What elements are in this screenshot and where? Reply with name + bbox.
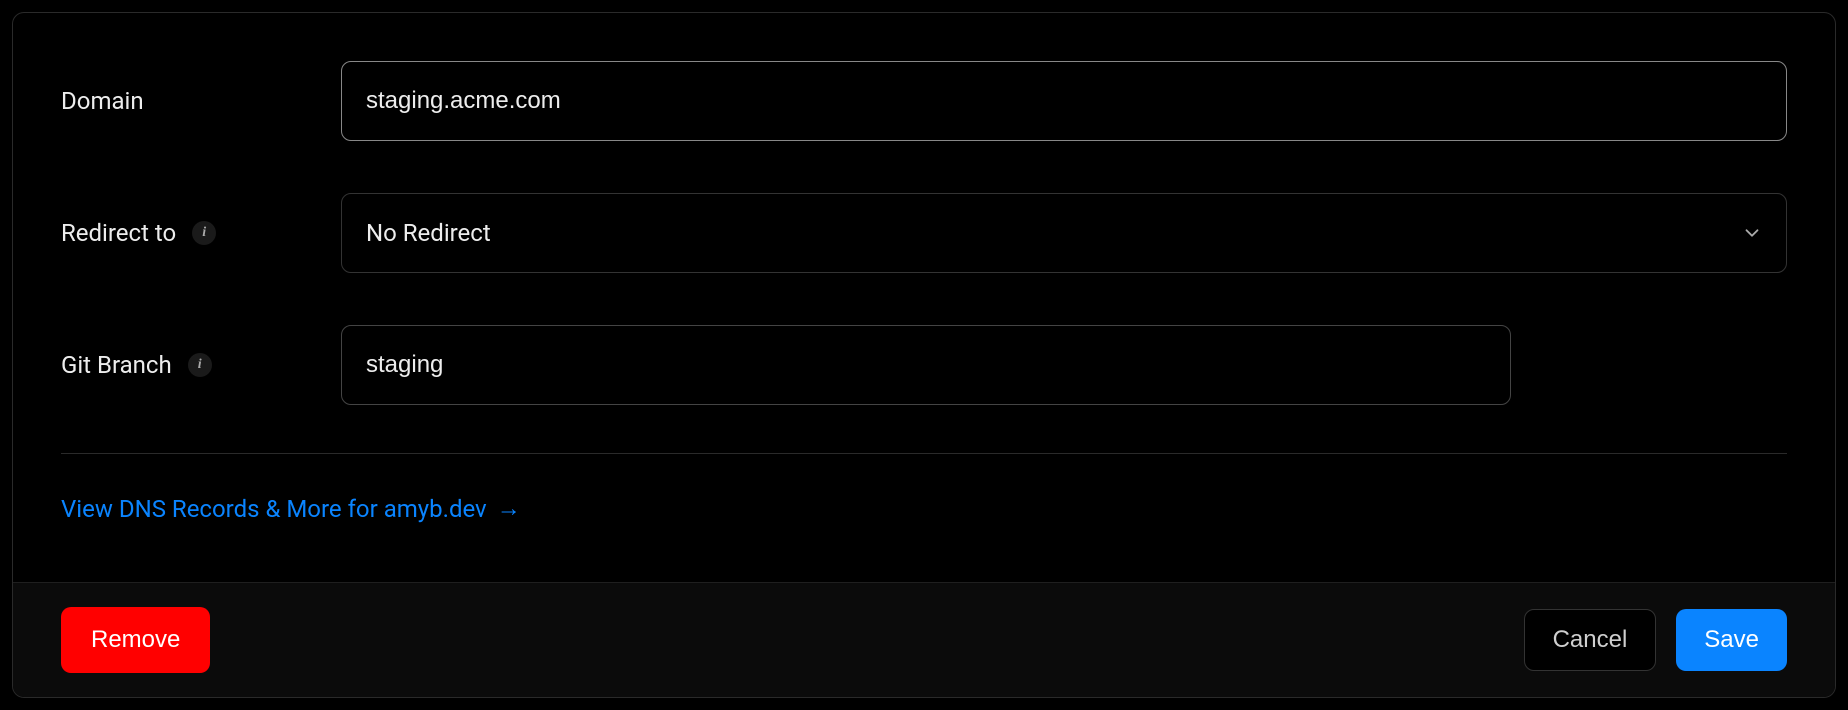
redirect-select[interactable]: No Redirect: [341, 193, 1787, 273]
branch-row: Git Branch i: [61, 325, 1787, 405]
redirect-control: No Redirect: [341, 193, 1787, 273]
redirect-selected-value: No Redirect: [366, 219, 491, 247]
footer-right: Cancel Save: [1524, 609, 1787, 671]
remove-button[interactable]: Remove: [61, 607, 210, 673]
redirect-label-cell: Redirect to i: [61, 219, 341, 247]
redirect-row: Redirect to i No Redirect: [61, 193, 1787, 273]
branch-input[interactable]: [341, 325, 1511, 405]
domain-row: Domain: [61, 61, 1787, 141]
redirect-label: Redirect to: [61, 219, 176, 247]
domain-settings-panel: Domain Redirect to i No Redirect: [12, 12, 1836, 698]
branch-label: Git Branch: [61, 351, 172, 379]
panel-footer: Remove Cancel Save: [13, 582, 1835, 697]
domain-label: Domain: [61, 87, 144, 115]
divider: [61, 453, 1787, 454]
save-button[interactable]: Save: [1676, 609, 1787, 671]
dns-link-text: View DNS Records & More for amyb.dev: [61, 495, 487, 523]
info-icon[interactable]: i: [188, 353, 212, 377]
arrow-right-icon: →: [497, 494, 521, 523]
cancel-button[interactable]: Cancel: [1524, 609, 1657, 671]
info-icon[interactable]: i: [192, 221, 216, 245]
branch-label-cell: Git Branch i: [61, 351, 341, 379]
dns-records-link[interactable]: View DNS Records & More for amyb.dev →: [61, 494, 521, 523]
branch-control: [341, 325, 1787, 405]
domain-label-cell: Domain: [61, 87, 341, 115]
domain-control: [341, 61, 1787, 141]
form-area: Domain Redirect to i No Redirect: [13, 13, 1835, 582]
domain-input[interactable]: [341, 61, 1787, 141]
redirect-select-wrap: No Redirect: [341, 193, 1787, 273]
